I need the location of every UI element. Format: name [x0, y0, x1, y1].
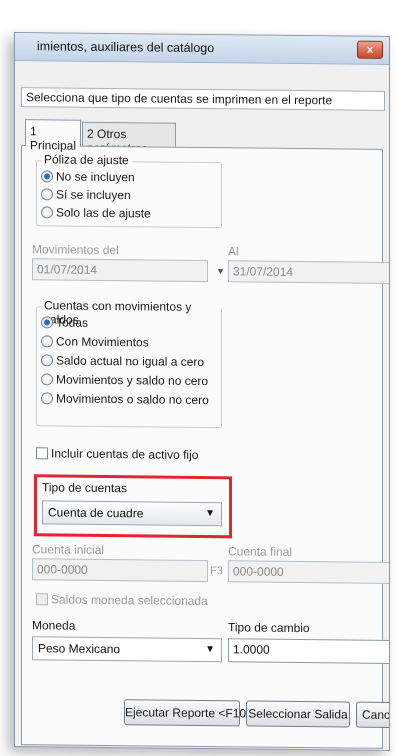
tab-otros-parametros[interactable]: 2 Otros parámetros	[82, 121, 176, 155]
radio-icon	[41, 373, 53, 386]
tipo-cambio-label: Tipo de cambio	[228, 620, 310, 636]
activo-fijo-checkbox[interactable]: Incluir cuentas de activo fijo	[36, 446, 198, 462]
saldos-moneda-checkbox[interactable]: Saldos moneda seleccionada	[36, 592, 208, 608]
radio-movimientos-y-saldo[interactable]: Movimientos y saldo no cero	[41, 372, 208, 390]
seleccionar-salida-button[interactable]: Seleccionar Salida	[246, 700, 350, 728]
tipo-cambio-field[interactable]: 1.0000	[228, 638, 390, 665]
poliza-ajuste-group: Póliza de ajuste No se incluyen Sí se in…	[36, 152, 222, 229]
tab-panel-principal: Póliza de ajuste No se incluyen Sí se in…	[21, 145, 390, 749]
radio-si-se-incluyen[interactable]: Sí se incluyen	[41, 187, 131, 204]
radio-icon	[41, 354, 53, 367]
cuentas-movimientos-group: Cuentas con movimientos y saldos Todas C…	[36, 298, 222, 429]
radio-con-movimientos[interactable]: Con Movimientos	[41, 334, 149, 351]
chevron-down-icon: ▼	[205, 508, 215, 520]
tab-principal[interactable]: 1 Principal	[25, 119, 81, 153]
report-dialog: imientos, auxiliares del catálogo x Sele…	[14, 32, 390, 751]
fecha-final-field[interactable]: 31/07/2014	[228, 260, 390, 285]
close-button[interactable]: x	[357, 40, 383, 59]
radio-icon	[41, 335, 53, 348]
checkbox-icon	[36, 593, 48, 606]
radio-movimientos-o-saldo[interactable]: Movimientos o saldo no cero	[41, 391, 209, 409]
cuenta-inicial-field[interactable]: 000-0000	[32, 558, 208, 583]
chevron-down-icon: ▼	[205, 644, 215, 656]
cancelar-button[interactable]: Cancelar	[356, 701, 390, 729]
radio-selected-icon	[41, 316, 53, 329]
window-title: imientos, auxiliares del catálogo	[37, 39, 215, 56]
cuenta-final-field[interactable]: 000-0000	[228, 560, 390, 585]
cuenta-inicial-f3-hint: F3	[210, 565, 223, 578]
radio-icon	[41, 188, 53, 201]
tipo-cuentas-label: Tipo de cuentas	[42, 480, 127, 496]
radio-saldo-no-cero[interactable]: Saldo actual no igual a cero	[41, 353, 204, 371]
radio-todas[interactable]: Todas	[41, 315, 88, 331]
ejecutar-reporte-button[interactable]: Ejecutar Reporte <F10>	[124, 699, 253, 727]
fecha-inicial-dropdown-icon[interactable]: ▼	[216, 266, 225, 276]
checkbox-icon	[36, 447, 48, 460]
instruction-text: Selecciona que tipo de cuentas se imprim…	[21, 87, 385, 111]
title-bar[interactable]: imientos, auxiliares del catálogo x	[15, 33, 389, 65]
al-label: Al	[228, 244, 239, 259]
cuenta-inicial-label: Cuenta inicial	[32, 542, 105, 557]
moneda-select[interactable]: Peso Mexicano ▼	[32, 636, 222, 663]
poliza-ajuste-legend: Póliza de ajuste	[41, 152, 132, 168]
radio-selected-icon	[41, 170, 53, 183]
tab-bar: 1 Principal 2 Otros parámetros	[21, 119, 383, 155]
radio-icon	[41, 206, 53, 219]
movimientos-del-label: Movimientos del	[32, 242, 119, 258]
tipo-cuentas-select[interactable]: Cuenta de cuadre ▼	[42, 500, 222, 527]
moneda-label: Moneda	[32, 618, 76, 633]
radio-icon	[41, 392, 53, 405]
fecha-inicial-field[interactable]: 01/07/2014	[32, 258, 208, 283]
radio-solo-ajuste[interactable]: Solo las de ajuste	[41, 205, 151, 222]
radio-no-se-incluyen[interactable]: No se incluyen	[41, 169, 135, 186]
cuenta-final-label: Cuenta final	[228, 544, 293, 559]
